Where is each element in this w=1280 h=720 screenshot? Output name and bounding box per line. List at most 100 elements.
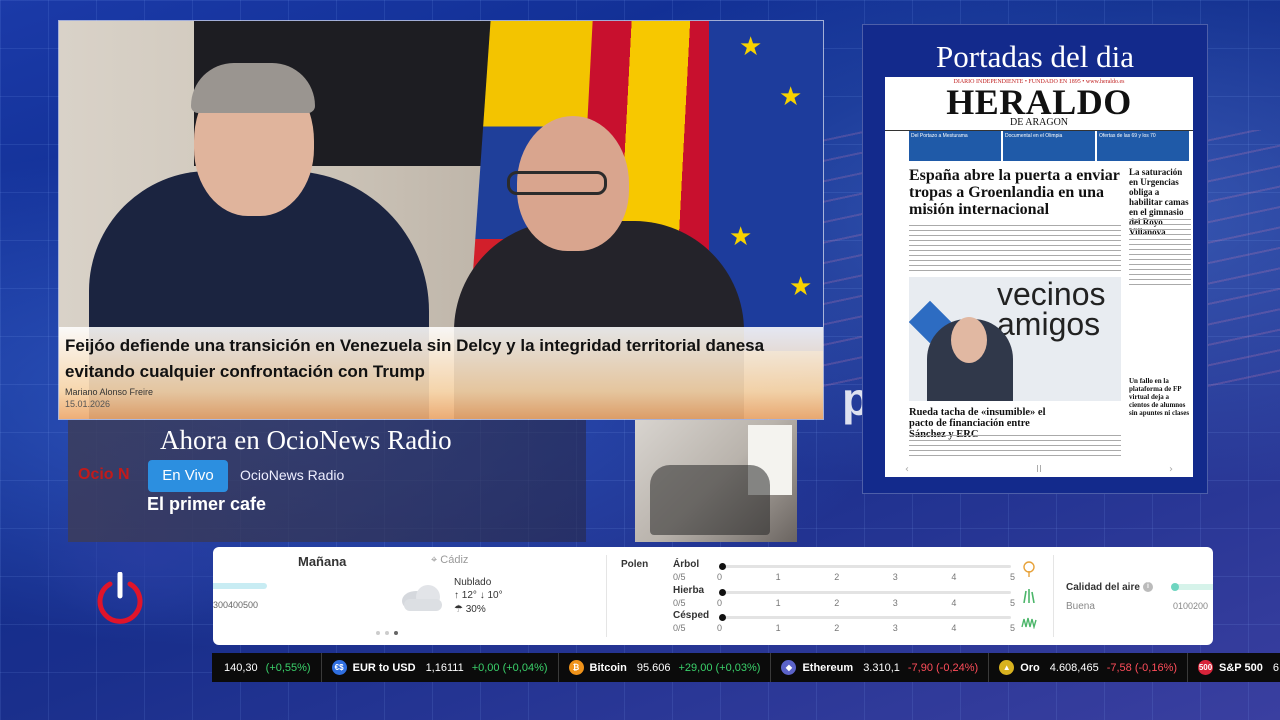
temp-max: ↑ 12° xyxy=(454,590,477,601)
pollen-value: 0/5 xyxy=(673,598,686,608)
pollen-row: Árbol 0/5 0 1 2 3 4 5 xyxy=(673,559,1015,585)
ticker-price: 6.970,0 xyxy=(1272,661,1280,674)
pollen-track xyxy=(721,565,1011,568)
headline-card[interactable]: ★ ★ ★ ★ Feijóo defiende una transición e… xyxy=(58,20,824,420)
front-pages-title: Portadas del dia xyxy=(935,39,1134,74)
ticker-item: ▲ Oro 4.608,465 -7,58 (-0,16%) xyxy=(989,653,1189,682)
pollen-value: 0/5 xyxy=(673,623,686,633)
weather-temps: ↑ 12° ↓ 10° xyxy=(454,590,503,601)
forecast-day: Mañana xyxy=(298,554,347,569)
video-object xyxy=(650,465,770,535)
location-pin-icon: ⌖ xyxy=(431,554,438,566)
carousel-dot[interactable] xyxy=(394,631,398,635)
air-quality-marker xyxy=(1171,583,1179,591)
newspaper-cover[interactable]: DIARIO INDEPENDIENTE • FUNDADO EN 1895 •… xyxy=(885,77,1193,477)
tick: 2 xyxy=(834,572,840,582)
weather-location[interactable]: ⌖ Cádiz xyxy=(431,554,468,567)
info-icon[interactable]: i xyxy=(1142,582,1153,593)
pollen-marker xyxy=(719,614,726,621)
tick: 3 xyxy=(892,598,898,608)
pollen-label: Polen xyxy=(621,559,649,570)
ticker-change: (+0,55%) xyxy=(265,661,311,674)
chevron-left-icon[interactable]: ‹ xyxy=(905,464,909,475)
headline-title[interactable]: Feijóo defiende una transición en Venezu… xyxy=(65,333,815,385)
ticker-price: 3.310,1 xyxy=(863,661,900,674)
air-quality-ticks: 0100200 xyxy=(1173,601,1209,611)
air-scale-bar xyxy=(213,583,267,589)
ticker-name: EUR to USD xyxy=(352,661,416,674)
pollen-track xyxy=(721,591,1011,594)
star-icon: ★ xyxy=(729,221,753,251)
tick: 1 xyxy=(775,623,781,633)
ticker-item: ₿ Bitcoin 95.606 +29,00 (+0,03%) xyxy=(559,653,772,682)
ticker-change: +0,00 (+0,04%) xyxy=(471,661,548,674)
ticker-asset-icon: ₿ xyxy=(568,660,584,675)
ticker-change: +29,00 (+0,03%) xyxy=(678,661,761,674)
pollen-ticks: 0 1 2 3 4 5 xyxy=(717,623,1015,633)
ticker-change: -7,90 (-0,24%) xyxy=(907,661,979,674)
ticker-asset-icon: 500 xyxy=(1198,660,1214,675)
pollen-track xyxy=(721,616,1011,619)
ticker-name: Oro xyxy=(1020,661,1040,674)
carousel-dot[interactable] xyxy=(376,631,380,635)
ticker-asset-icon: ▲ xyxy=(999,660,1015,675)
pollen-ticks: 0 1 2 3 4 5 xyxy=(717,572,1015,582)
teaser: Documental en el Olimpia xyxy=(1003,131,1095,161)
tick: 3 xyxy=(892,623,898,633)
pollen-row: Césped 0/5 0 1 2 3 4 5 xyxy=(673,610,1015,636)
ticker-item: 140,30 (+0,55%) xyxy=(214,653,322,682)
chevron-right-icon[interactable]: › xyxy=(1169,464,1173,475)
power-icon[interactable] xyxy=(94,572,146,624)
star-icon: ★ xyxy=(789,271,813,301)
teaser: Ofertas de las 69 y los 70 xyxy=(1097,131,1189,161)
ticker-item: 500 S&P 500 6.970,0 xyxy=(1188,653,1280,682)
pause-icon[interactable]: II xyxy=(1036,464,1042,475)
pollen-marker xyxy=(719,563,726,570)
ticker-asset-icon: €$ xyxy=(331,660,347,675)
newspaper-photo-text: vecinos amigos xyxy=(997,277,1106,342)
glasses xyxy=(507,171,607,195)
cloud-icon xyxy=(402,585,442,611)
ticker-price: 140,30 xyxy=(224,661,258,674)
tick: 5 xyxy=(1009,598,1015,608)
pollen-ticks: 0 1 2 3 4 5 xyxy=(717,598,1015,608)
tick: 2 xyxy=(834,623,840,633)
carousel-dots[interactable] xyxy=(376,631,398,635)
pollen-marker xyxy=(719,589,726,596)
headline-date: 15.01.2026 xyxy=(65,399,111,409)
lawn-icon xyxy=(1021,617,1037,629)
ticker-item: €$ EUR to USD 1,16111 +0,00 (+0,04%) xyxy=(322,653,559,682)
ticker-price: 95.606 xyxy=(636,661,671,674)
tick: 0 xyxy=(717,598,723,608)
star-icon: ★ xyxy=(739,31,763,61)
pollen-name: Hierba xyxy=(673,585,705,596)
headline-overlay: Feijóo defiende una transición en Venezu… xyxy=(59,327,823,419)
station-name: OcioNews Radio xyxy=(240,467,345,483)
front-pages-panel: Portadas del dia DIARIO INDEPENDIENTE • … xyxy=(862,24,1208,494)
air-quality-title: Calidad del aire xyxy=(1066,582,1140,593)
carousel-dot[interactable] xyxy=(385,631,389,635)
star-icon: ★ xyxy=(779,81,803,111)
rain-chance: ☂ 30% xyxy=(454,604,486,615)
newspaper-main-headline: España abre la puerta a enviar tropas a … xyxy=(909,167,1120,218)
air-scale-ticks: 300400500 xyxy=(213,600,259,610)
ticker-price: 1,16111 xyxy=(425,661,464,674)
tick: 0 xyxy=(717,572,723,582)
ticker-name: S&P 500 xyxy=(1219,661,1263,674)
ticker-item: ◆ Ethereum 3.310,1 -7,90 (-0,24%) xyxy=(771,653,990,682)
pollen-value: 0/5 xyxy=(673,572,686,582)
tick: 4 xyxy=(951,572,957,582)
radio-logo: Ocio N xyxy=(78,466,130,483)
ticker-name: Bitcoin xyxy=(589,661,627,674)
air-quality-label: Calidad del aire i xyxy=(1066,582,1153,593)
live-button[interactable]: En Vivo xyxy=(148,460,228,492)
temp-min: ↓ 10° xyxy=(479,590,503,601)
headline-author: Mariano Alonso Freire xyxy=(65,387,154,397)
newspaper-nav: ‹ II › xyxy=(885,464,1193,475)
radio-title: Ahora en OcioNews Radio xyxy=(160,425,452,455)
air-quality-value: Buena xyxy=(1066,601,1095,612)
person-left-hair xyxy=(191,63,315,113)
market-ticker: 140,30 (+0,55%) €$ EUR to USD 1,16111 +0,00 (… xyxy=(212,653,1280,682)
pollen-name: Árbol xyxy=(673,559,700,570)
newspaper-bottom-body xyxy=(909,435,1121,459)
